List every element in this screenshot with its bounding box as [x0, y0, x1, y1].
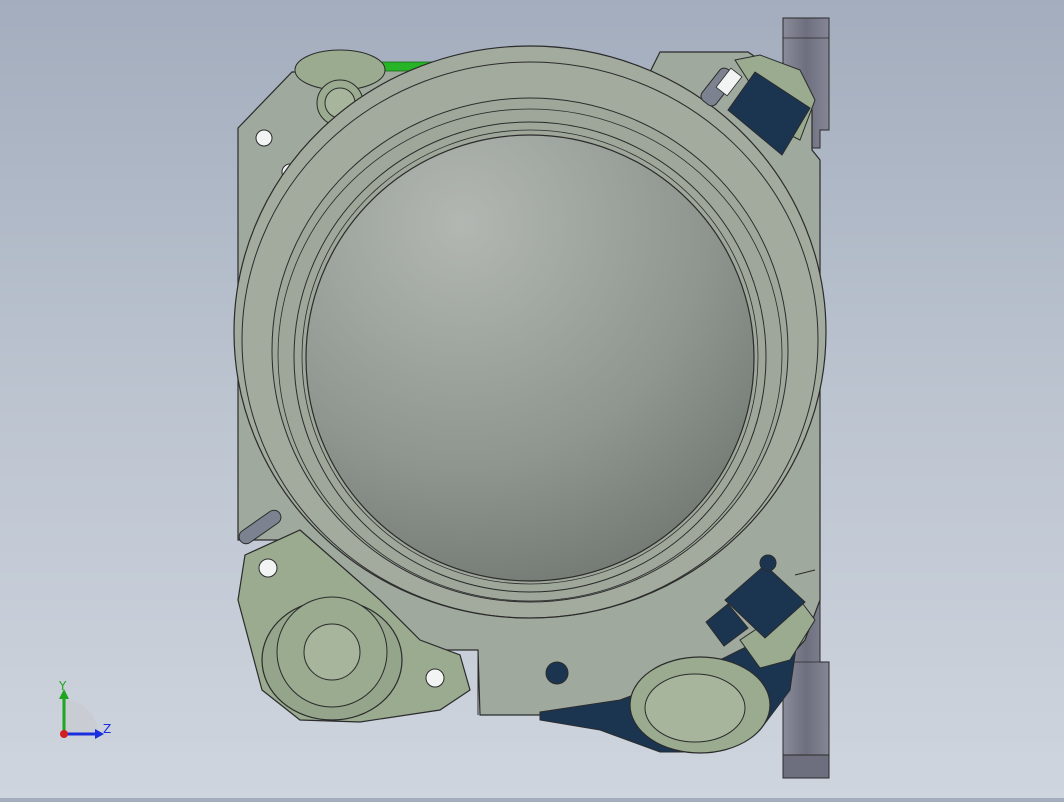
coordinate-triad[interactable]: Y Z: [58, 679, 111, 739]
z-axis-label: Z: [103, 722, 111, 736]
mount-hole: [425, 668, 445, 688]
pin-hole: [545, 661, 569, 685]
lens-assembly: [233, 45, 827, 619]
mount-hole: [255, 129, 273, 147]
y-axis-label: Y: [58, 679, 67, 693]
cad-viewport[interactable]: Y Z: [0, 0, 1064, 798]
triad-origin: [60, 730, 68, 738]
lens-surface: [305, 134, 755, 582]
cad-model-view[interactable]: Y Z: [0, 0, 1064, 798]
triad-plane: [64, 700, 98, 734]
mount-hole: [258, 558, 278, 578]
